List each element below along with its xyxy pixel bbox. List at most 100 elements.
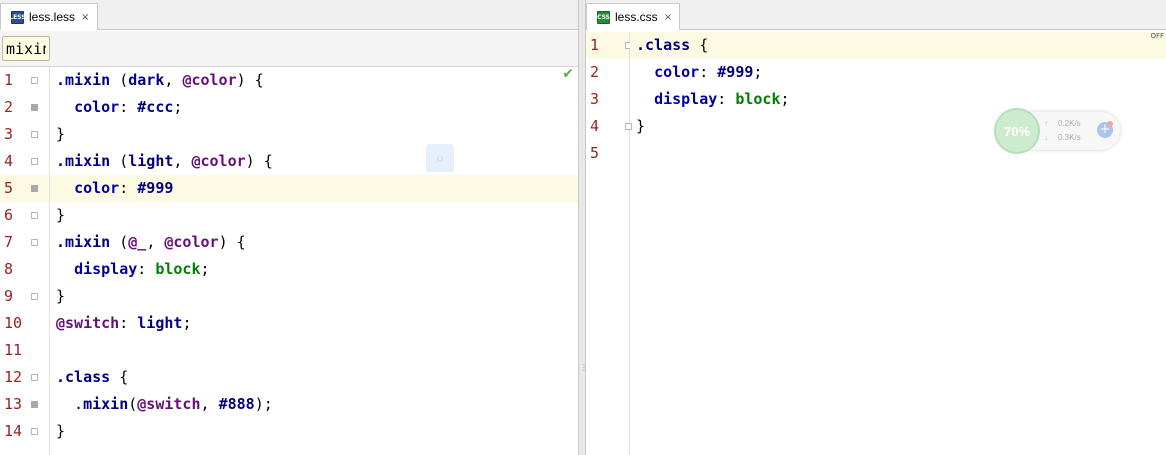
line-number: 2 [4, 98, 14, 116]
gutter-row: 2 [586, 59, 629, 86]
line-number: 3 [4, 125, 14, 143]
gutter-row: 5 [0, 175, 49, 202]
breakpoint-marker-icon[interactable] [31, 104, 38, 111]
breakpoint-marker-icon[interactable] [31, 185, 38, 192]
line-number: 1 [590, 36, 600, 54]
code-line[interactable]: .mixin (@_, @color) { [50, 229, 578, 256]
line-number: 11 [4, 341, 23, 359]
code-token: : [119, 179, 138, 197]
code-token: #888 [218, 395, 255, 413]
code-line[interactable]: @switch: light; [50, 310, 578, 337]
search-bar [0, 31, 578, 67]
code-token: : [699, 63, 718, 81]
line-number: 1 [4, 71, 14, 89]
line-number: 7 [4, 233, 14, 251]
code-line[interactable]: .mixin (light, @color) { [50, 148, 578, 175]
code-line[interactable] [50, 337, 578, 364]
usage-gauge: 70% [994, 108, 1040, 154]
fold-marker-icon[interactable] [31, 77, 38, 84]
code-area[interactable]: .mixin (dark, @color) { color: #ccc;} .mi… [50, 67, 578, 455]
notification-dot-icon [1107, 121, 1113, 127]
code-token: ( [110, 71, 129, 89]
gutter-row: 10 [0, 310, 49, 337]
code-token: light [128, 152, 174, 170]
code-text: color: #ccc; [56, 94, 182, 121]
line-number: 10 [4, 314, 23, 332]
search-input[interactable] [2, 36, 50, 61]
css-file-icon: CSS [597, 10, 610, 24]
line-number: 3 [590, 90, 600, 108]
code-line[interactable]: } [50, 283, 578, 310]
code-area[interactable]: .class { color: #999; display: block;} [630, 32, 1166, 455]
network-speed-widget[interactable]: 70% ↑ 0.2K/s ↓ 0.3K/s + [994, 108, 1121, 154]
upload-arrow-icon: ↑ [1044, 119, 1048, 128]
code-line[interactable]: color: #999 [50, 175, 578, 202]
code-token: ; [780, 90, 790, 108]
fold-marker-icon[interactable] [31, 239, 38, 246]
right-code-editor[interactable]: 1 2 3 4 5 .class { color: #999; display: blo… [586, 32, 1166, 455]
line-gutter: 1 2 3 4 5 [586, 32, 632, 455]
code-line[interactable]: } [50, 121, 578, 148]
code-text: .mixin (dark, @color) { [56, 67, 264, 94]
close-icon[interactable]: × [81, 12, 89, 23]
fold-marker-icon[interactable] [31, 212, 38, 219]
code-token: #999 [137, 179, 174, 197]
line-number: 4 [590, 117, 600, 135]
code-line[interactable]: } [50, 418, 578, 445]
fold-marker-icon[interactable] [31, 293, 38, 300]
code-text: .mixin(@switch, #888); [56, 391, 273, 418]
gutter-row: 2 [0, 94, 49, 121]
code-text: } [56, 283, 65, 310]
fold-marker-icon[interactable] [31, 428, 38, 435]
code-token: ( [110, 233, 129, 251]
left-code-editor[interactable]: 1 2 3 4 5 6 7 8 9 10 11 12 13 14 .mixin (dark, @color… [0, 67, 578, 455]
right-editor-pane: CSS less.css × 1 2 3 4 5 .class { color: #99… [586, 0, 1166, 455]
line-number: 13 [4, 395, 23, 413]
code-token: } [636, 117, 646, 135]
tab-label: less.css [615, 10, 658, 24]
gutter-row: 3 [0, 121, 49, 148]
code-token: #999 [717, 63, 754, 81]
upload-speed: 0.2K/s [1058, 119, 1081, 128]
code-text: } [56, 418, 65, 445]
check-icon: ✔ [562, 66, 574, 82]
code-line[interactable]: display: block; [50, 256, 578, 283]
code-text: .class { [56, 364, 128, 391]
code-token: .class [56, 368, 111, 386]
splitter-grip-icon: ⋮ [580, 363, 588, 372]
code-token: ( [128, 395, 138, 413]
code-token: .mixin [56, 71, 111, 89]
code-token: , [146, 233, 165, 251]
breakpoint-marker-icon[interactable] [31, 401, 38, 408]
fold-marker-icon[interactable] [31, 374, 38, 381]
code-text: } [56, 202, 65, 229]
code-line[interactable]: color: #ccc; [50, 94, 578, 121]
line-number: 4 [4, 152, 14, 170]
code-line[interactable]: .class { [50, 364, 578, 391]
code-line[interactable]: color: #999; [630, 59, 1166, 86]
code-token: { [110, 368, 129, 386]
code-token: , [173, 152, 192, 170]
code-text: .mixin (light, @color) { [56, 148, 273, 175]
code-text: display: block; [636, 86, 790, 113]
code-text: color: #999 [56, 175, 173, 202]
code-line[interactable]: .mixin (dark, @color) { [50, 67, 578, 94]
code-token: : [137, 260, 156, 278]
code-token: ); [254, 395, 273, 413]
fold-marker-icon[interactable] [31, 158, 38, 165]
code-line[interactable]: } [50, 202, 578, 229]
code-token: .class [636, 36, 691, 54]
code-line[interactable]: .mixin(@switch, #888); [50, 391, 578, 418]
code-token: } [56, 125, 66, 143]
code-line[interactable]: .class { [630, 32, 1166, 59]
fold-marker-icon[interactable] [31, 131, 38, 138]
tab-less-css[interactable]: CSS less.css × [586, 3, 680, 30]
close-icon[interactable]: × [664, 12, 672, 23]
code-token: block [155, 260, 201, 278]
tab-less-less[interactable]: LESS less.less × [0, 3, 98, 30]
code-token: ; [753, 63, 763, 81]
code-text: @switch: light; [56, 310, 191, 337]
pane-splitter[interactable]: ⋮ [578, 0, 588, 455]
code-token: color [654, 63, 700, 81]
